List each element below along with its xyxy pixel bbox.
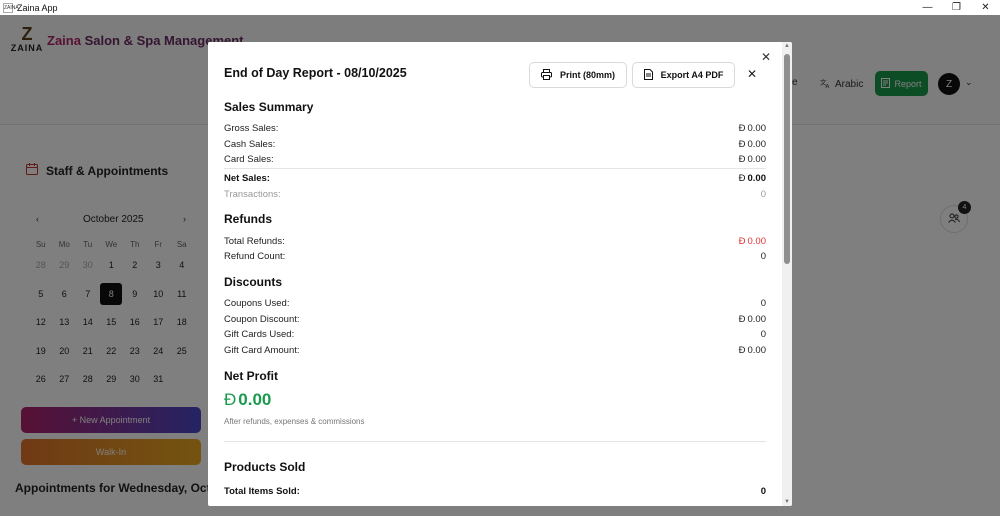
transactions-value: 0	[760, 188, 766, 200]
gift-card-amount-value: Ð 0.00	[739, 345, 766, 356]
gross-sales-amount: 0.00	[747, 122, 767, 134]
products-sold-heading: Products Sold	[224, 460, 306, 474]
cash-sales-amount: 0.00	[747, 138, 767, 150]
card-sales-row: Card Sales: Ð 0.00	[224, 152, 766, 166]
coupon-discount-amount: 0.00	[747, 313, 767, 325]
net-profit-heading: Net Profit	[224, 369, 278, 383]
transactions-row: Transactions: 0	[224, 187, 766, 201]
window-controls: — ❐ ✕	[913, 0, 1000, 15]
total-items-sold-label: Total Items Sold:	[224, 485, 300, 497]
currency-symbol: Ð	[738, 313, 746, 325]
printer-icon	[540, 68, 552, 82]
cash-sales-row: Cash Sales: Ð 0.00	[224, 137, 766, 151]
window-titlebar: ZAINA Zaina App — ❐ ✕	[0, 0, 1000, 15]
modal-scrollbar[interactable]: ▲ ▼	[782, 42, 792, 506]
cash-sales-value: Ð 0.00	[739, 139, 766, 150]
cash-sales-label: Cash Sales:	[224, 138, 276, 150]
scroll-down-arrow-icon[interactable]: ▼	[784, 499, 790, 505]
total-refunds-row: Total Refunds: Ð 0.00	[224, 234, 766, 248]
app-icon: ZAINA	[3, 2, 19, 13]
gift-card-amount: 0.00	[747, 344, 767, 356]
card-sales-value: Ð 0.00	[739, 154, 766, 165]
currency-symbol: Ð	[738, 153, 746, 165]
print-button-label: Print (80mm)	[559, 70, 615, 80]
scroll-up-arrow-icon[interactable]: ▲	[784, 43, 790, 49]
card-sales-amount: 0.00	[747, 153, 767, 165]
end-of-day-report-modal: ✕ End of Day Report - 08/10/2025 Print (…	[208, 42, 792, 506]
coupon-discount-label: Coupon Discount:	[224, 313, 300, 325]
currency-symbol: Ð	[738, 235, 746, 247]
window-title: Zaina App	[17, 2, 58, 13]
net-profit-amount: 0.00	[238, 390, 272, 409]
close-icon[interactable]: ✕	[744, 66, 760, 82]
currency-symbol: Ð	[738, 138, 746, 150]
file-icon	[643, 68, 653, 82]
refund-count-value: 0	[760, 250, 766, 262]
gross-sales-value: Ð 0.00	[739, 123, 766, 134]
gross-sales-label: Gross Sales:	[224, 122, 279, 134]
gift-cards-used-row: Gift Cards Used: 0	[224, 327, 766, 341]
print-80mm-button[interactable]: Print (80mm)	[529, 62, 627, 88]
gift-cards-used-label: Gift Cards Used:	[224, 328, 295, 340]
coupon-discount-value: Ð 0.00	[739, 314, 766, 325]
discounts-heading: Discounts	[224, 275, 283, 289]
gift-cards-used-value: 0	[760, 328, 766, 340]
card-sales-label: Card Sales:	[224, 153, 274, 165]
total-refunds-value: Ð 0.00	[739, 236, 766, 247]
coupon-discount-row: Coupon Discount: Ð 0.00	[224, 312, 766, 326]
gift-card-amount-label: Gift Card Amount:	[224, 344, 300, 356]
refund-count-label: Refund Count:	[224, 250, 286, 262]
refund-count-row: Refund Count: 0	[224, 249, 766, 263]
export-button-label: Export A4 PDF	[660, 70, 724, 80]
currency-symbol: Ð	[738, 344, 746, 356]
currency-symbol: Ð	[738, 122, 746, 134]
net-sales-value: Ð 0.00	[739, 173, 766, 184]
net-sales-amount: 0.00	[747, 172, 767, 184]
total-items-sold-value: 0	[760, 485, 766, 497]
net-sales-label: Net Sales:	[224, 172, 270, 184]
transactions-label: Transactions:	[224, 188, 281, 200]
total-items-sold-row: Total Items Sold: 0	[224, 484, 766, 498]
report-title: End of Day Report - 08/10/2025	[224, 66, 407, 80]
scrollbar-thumb[interactable]	[784, 54, 790, 264]
gross-sales-row: Gross Sales: Ð 0.00	[224, 121, 766, 135]
minimize-button[interactable]: —	[913, 0, 942, 15]
coupons-used-value: 0	[760, 297, 766, 309]
export-a4-pdf-button[interactable]: Export A4 PDF	[632, 62, 735, 88]
coupons-used-label: Coupons Used:	[224, 297, 290, 309]
sales-summary-heading: Sales Summary	[224, 100, 314, 114]
total-refunds-label: Total Refunds:	[224, 235, 285, 247]
net-profit-note: After refunds, expenses & commissions	[224, 417, 365, 426]
gift-card-amount-row: Gift Card Amount: Ð 0.00	[224, 343, 766, 357]
currency-symbol: Ð	[738, 172, 746, 184]
sales-divider	[224, 168, 766, 169]
maximize-button[interactable]: ❐	[942, 0, 971, 15]
refunds-heading: Refunds	[224, 212, 272, 226]
net-profit-value: Ð 0.00	[224, 390, 271, 410]
modal-close-icon[interactable]: ✕	[759, 50, 773, 64]
coupons-used-row: Coupons Used: 0	[224, 296, 766, 310]
net-sales-row: Net Sales: Ð 0.00	[224, 171, 766, 185]
currency-symbol: Ð	[224, 390, 237, 409]
total-refunds-amount: 0.00	[747, 235, 767, 247]
window-close-button[interactable]: ✕	[971, 0, 1000, 15]
profit-divider	[224, 441, 766, 442]
